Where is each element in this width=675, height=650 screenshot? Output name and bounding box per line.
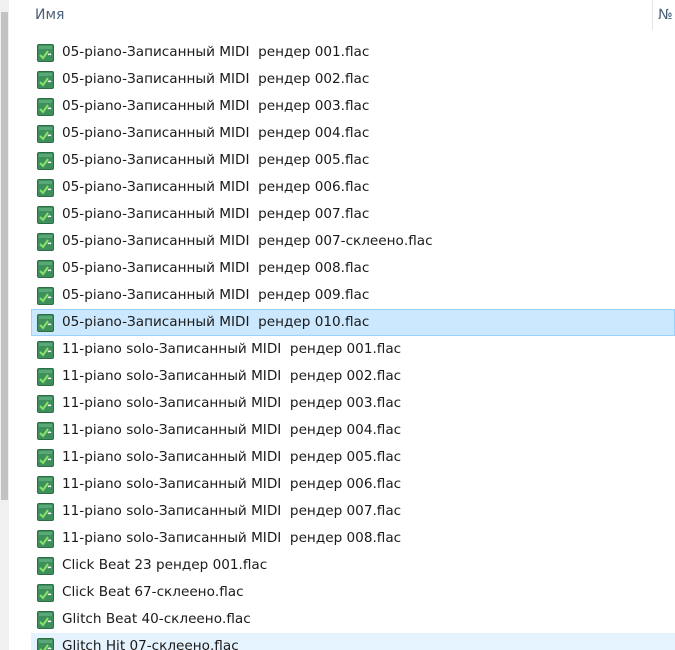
- file-name: 11-piano solo-Записанный MIDI рендер 006…: [62, 476, 402, 492]
- file-name: 05-piano-Записанный MIDI рендер 009.flac: [62, 287, 370, 303]
- file-row[interactable]: 05-piano-Записанный MIDI рендер 008.flac: [31, 255, 675, 282]
- file-name: 11-piano solo-Записанный MIDI рендер 002…: [62, 368, 402, 384]
- flac-audio-file-icon: [37, 530, 54, 548]
- flac-audio-file-icon: [37, 584, 54, 602]
- flac-audio-file-icon: [37, 638, 54, 650]
- file-name: 05-piano-Записанный MIDI рендер 008.flac: [62, 260, 370, 276]
- file-explorer-window: Имя ⌃ № 05-piano-Записанный MIDI рендер …: [0, 0, 675, 650]
- file-row[interactable]: 11-piano solo-Записанный MIDI рендер 005…: [31, 444, 675, 471]
- flac-audio-file-icon: [37, 71, 54, 89]
- file-name: 11-piano solo-Записанный MIDI рендер 001…: [62, 341, 402, 357]
- file-row[interactable]: Glitch Beat 40-склеено.flac: [31, 606, 675, 633]
- flac-audio-file-icon: [37, 395, 54, 413]
- file-name: 11-piano solo-Записанный MIDI рендер 003…: [62, 395, 402, 411]
- file-row[interactable]: 05-piano-Записанный MIDI рендер 003.flac: [31, 93, 675, 120]
- file-row[interactable]: Glitch Hit 07-склеено.flac: [31, 633, 675, 650]
- file-row[interactable]: 11-piano solo-Записанный MIDI рендер 003…: [31, 390, 675, 417]
- vertical-scrollbar[interactable]: [0, 0, 9, 650]
- file-row[interactable]: 05-piano-Записанный MIDI рендер 007.flac: [31, 201, 675, 228]
- flac-audio-file-icon: [37, 341, 54, 359]
- column-header: Имя ⌃ №: [9, 0, 675, 32]
- file-row[interactable]: 11-piano solo-Записанный MIDI рендер 006…: [31, 471, 675, 498]
- file-row[interactable]: 11-piano solo-Записанный MIDI рендер 002…: [31, 363, 675, 390]
- scrollbar-thumb[interactable]: [1, 12, 8, 500]
- sort-ascending-icon: ⌃: [339, 0, 348, 6]
- file-row[interactable]: 05-piano-Записанный MIDI рендер 010.flac: [31, 309, 675, 336]
- file-row[interactable]: Click Beat 67-склеено.flac: [31, 579, 675, 606]
- flac-audio-file-icon: [37, 98, 54, 116]
- file-name: 05-piano-Записанный MIDI рендер 001.flac: [62, 44, 370, 60]
- file-name: 11-piano solo-Записанный MIDI рендер 005…: [62, 449, 402, 465]
- flac-audio-file-icon: [37, 44, 54, 62]
- file-name: Glitch Hit 07-склеено.flac: [62, 638, 239, 650]
- column-header-name[interactable]: Имя: [35, 7, 64, 23]
- flac-audio-file-icon: [37, 206, 54, 224]
- file-name: 05-piano-Записанный MIDI рендер 003.flac: [62, 98, 370, 114]
- file-name: 05-piano-Записанный MIDI рендер 005.flac: [62, 152, 370, 168]
- file-row[interactable]: 05-piano-Записанный MIDI рендер 005.flac: [31, 147, 675, 174]
- file-name: 05-piano-Записанный MIDI рендер 007.flac: [62, 206, 370, 222]
- flac-audio-file-icon: [37, 233, 54, 251]
- file-row[interactable]: 05-piano-Записанный MIDI рендер 007-скле…: [31, 228, 675, 255]
- file-row[interactable]: 05-piano-Записанный MIDI рендер 006.flac: [31, 174, 675, 201]
- file-name: Click Beat 67-склеено.flac: [62, 584, 244, 600]
- file-row[interactable]: 05-piano-Записанный MIDI рендер 002.flac: [31, 66, 675, 93]
- file-name: 05-piano-Записанный MIDI рендер 010.flac: [62, 314, 370, 330]
- file-row[interactable]: 05-piano-Записанный MIDI рендер 004.flac: [31, 120, 675, 147]
- file-row[interactable]: 11-piano solo-Записанный MIDI рендер 007…: [31, 498, 675, 525]
- flac-audio-file-icon: [37, 557, 54, 575]
- flac-audio-file-icon: [37, 449, 54, 467]
- file-name: 05-piano-Записанный MIDI рендер 004.flac: [62, 125, 370, 141]
- file-row[interactable]: 05-piano-Записанный MIDI рендер 009.flac: [31, 282, 675, 309]
- flac-audio-file-icon: [37, 287, 54, 305]
- column-divider[interactable]: [652, 0, 653, 30]
- flac-audio-file-icon: [37, 152, 54, 170]
- file-name: Click Beat 23 рендер 001.flac: [62, 557, 268, 573]
- file-name: 11-piano solo-Записанный MIDI рендер 004…: [62, 422, 402, 438]
- file-row[interactable]: 11-piano solo-Записанный MIDI рендер 001…: [31, 336, 675, 363]
- file-name: 05-piano-Записанный MIDI рендер 006.flac: [62, 179, 370, 195]
- flac-audio-file-icon: [37, 476, 54, 494]
- flac-audio-file-icon: [37, 611, 54, 629]
- file-row[interactable]: 05-piano-Записанный MIDI рендер 001.flac: [31, 39, 675, 66]
- flac-audio-file-icon: [37, 422, 54, 440]
- flac-audio-file-icon: [37, 314, 54, 332]
- flac-audio-file-icon: [37, 260, 54, 278]
- file-name: Glitch Beat 40-склеено.flac: [62, 611, 251, 627]
- flac-audio-file-icon: [37, 125, 54, 143]
- file-list: 05-piano-Записанный MIDI рендер 001.flac…: [31, 39, 675, 650]
- file-row[interactable]: 11-piano solo-Записанный MIDI рендер 004…: [31, 417, 675, 444]
- flac-audio-file-icon: [37, 368, 54, 386]
- column-header-number[interactable]: №: [658, 7, 673, 23]
- flac-audio-file-icon: [37, 503, 54, 521]
- flac-audio-file-icon: [37, 179, 54, 197]
- file-name: 05-piano-Записанный MIDI рендер 002.flac: [62, 71, 370, 87]
- file-name: 11-piano solo-Записанный MIDI рендер 008…: [62, 530, 402, 546]
- file-row[interactable]: Click Beat 23 рендер 001.flac: [31, 552, 675, 579]
- file-name: 05-piano-Записанный MIDI рендер 007-скле…: [62, 233, 433, 249]
- file-name: 11-piano solo-Записанный MIDI рендер 007…: [62, 503, 402, 519]
- file-row[interactable]: 11-piano solo-Записанный MIDI рендер 008…: [31, 525, 675, 552]
